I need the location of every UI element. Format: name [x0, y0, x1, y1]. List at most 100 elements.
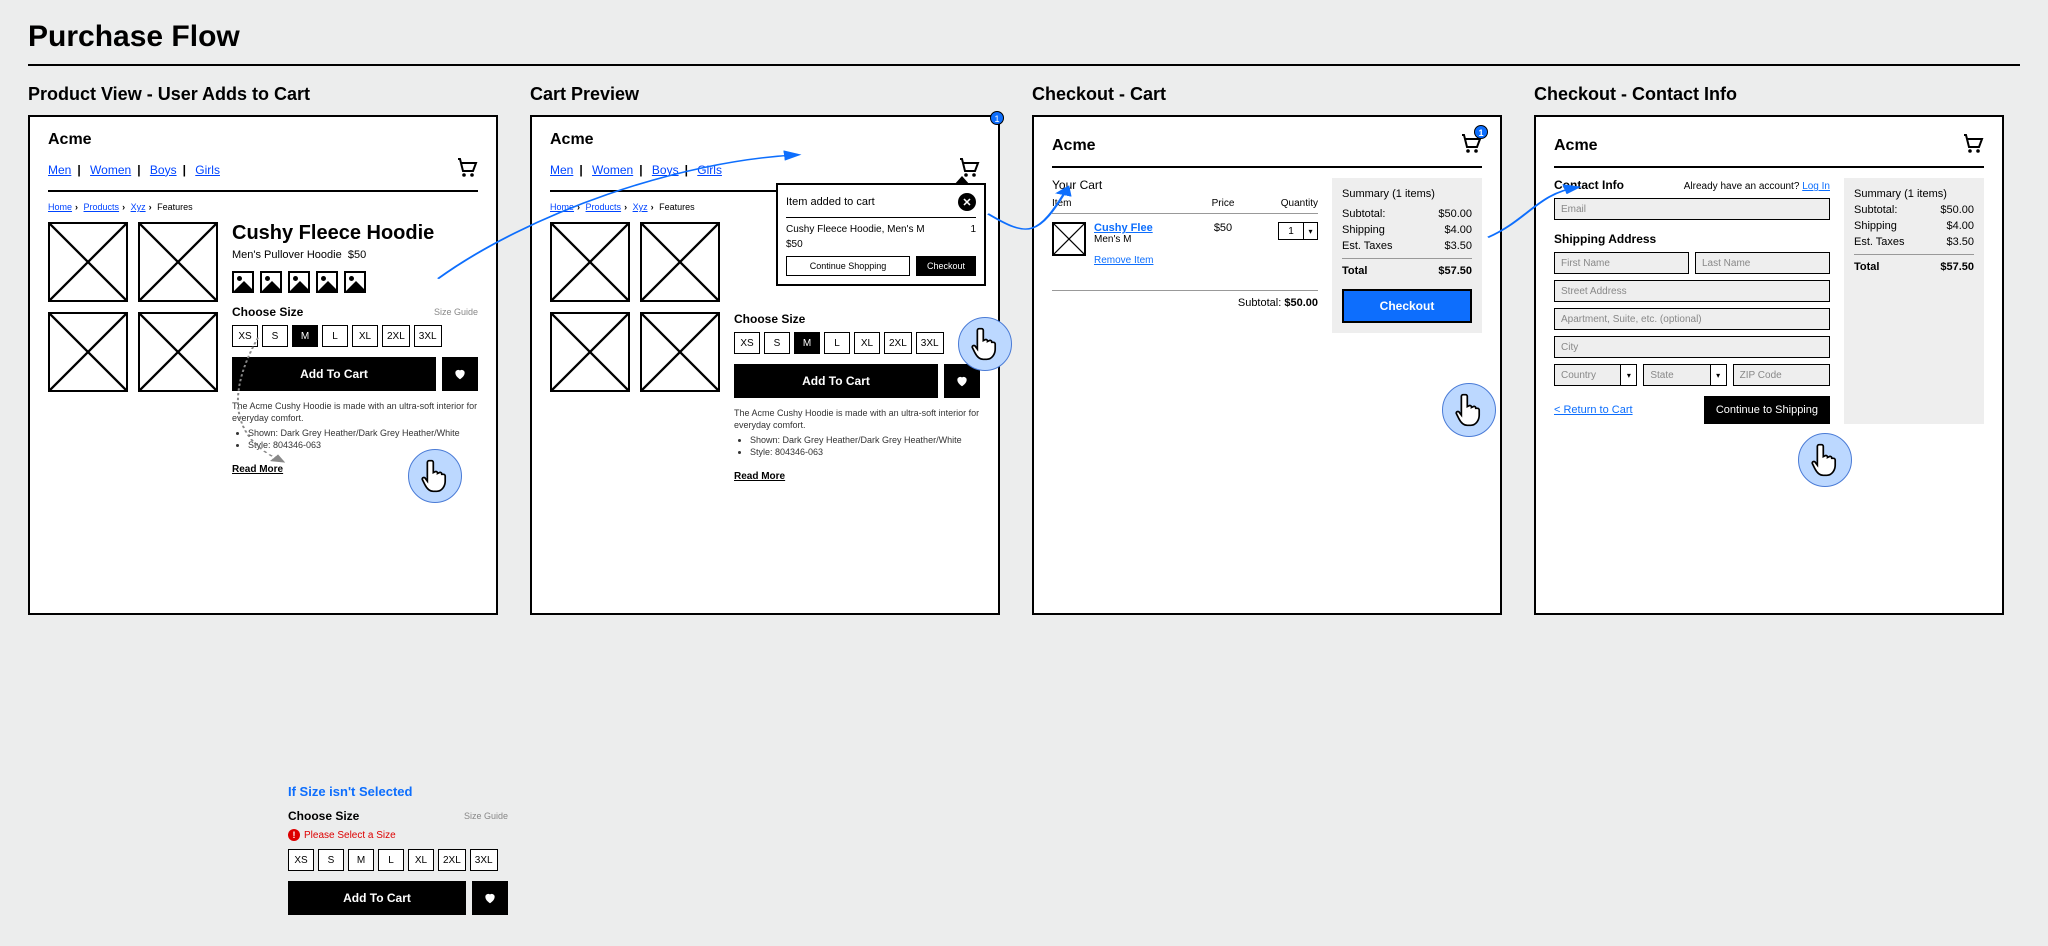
nav-girls[interactable]: Girls [697, 163, 722, 177]
size-2xl[interactable]: 2XL [382, 325, 410, 347]
crumb-home[interactable]: Home [48, 202, 72, 212]
return-to-cart-link[interactable]: < Return to Cart [1554, 404, 1633, 416]
thumbnail-placeholder[interactable] [138, 222, 218, 302]
size-xl[interactable]: XL [854, 332, 880, 354]
col-quantity: Quantity [1248, 198, 1318, 209]
size-guide-link[interactable]: Size Guide [464, 811, 508, 821]
cart-item-link[interactable]: Cushy Flee [1094, 222, 1153, 234]
image-icon[interactable] [344, 271, 366, 293]
size-3xl[interactable]: 3XL [916, 332, 944, 354]
crumb-xyz[interactable]: Xyz [633, 202, 648, 212]
thumbnail-placeholder[interactable] [640, 312, 720, 392]
frame: Acme Contact Info Already have an accoun… [1534, 115, 2004, 615]
cart-item-price: $50 [1198, 222, 1248, 234]
image-icon[interactable] [260, 271, 282, 293]
frame: Acme Men| Women| Boys| Girls Home› [28, 115, 498, 615]
size-s[interactable]: S [318, 849, 344, 871]
nav-boys[interactable]: Boys [652, 163, 679, 177]
thumbnail-placeholder[interactable] [48, 222, 128, 302]
size-l[interactable]: L [378, 849, 404, 871]
image-icon[interactable] [316, 271, 338, 293]
size-s[interactable]: S [764, 332, 790, 354]
crumb-products[interactable]: Products [586, 202, 622, 212]
size-m[interactable]: M [292, 325, 318, 347]
nav-girls[interactable]: Girls [195, 163, 220, 177]
primary-nav: Men| Women| Boys| Girls [48, 163, 220, 177]
apt-field[interactable]: Apartment, Suite, etc. (optional) [1554, 308, 1830, 330]
add-to-cart-button[interactable]: Add To Cart [734, 364, 938, 398]
product-image-icons [232, 271, 478, 293]
size-xs[interactable]: XS [734, 332, 760, 354]
size-xs[interactable]: XS [288, 849, 314, 871]
nav-men[interactable]: Men [48, 163, 71, 177]
product-thumbnails [48, 222, 218, 477]
cart-badge: 1 [990, 111, 1004, 125]
last-name-field[interactable]: Last Name [1695, 252, 1830, 274]
street-field[interactable]: Street Address [1554, 280, 1830, 302]
popover-price: $50 [786, 239, 976, 250]
add-to-cart-button[interactable]: Add To Cart [288, 881, 466, 915]
popover-qty: 1 [970, 224, 976, 235]
cart-icon[interactable] [1960, 131, 1984, 160]
size-2xl[interactable]: 2XL [438, 849, 466, 871]
thumbnail-placeholder[interactable] [550, 312, 630, 392]
shipping-address-title: Shipping Address [1554, 232, 1830, 246]
thumbnail-placeholder[interactable] [48, 312, 128, 392]
qty-input[interactable]: 1 [1278, 222, 1304, 240]
size-l[interactable]: L [322, 325, 348, 347]
popover-item: Cushy Fleece Hoodie, Men's M [786, 224, 925, 235]
zip-field[interactable]: ZIP Code [1733, 364, 1830, 386]
thumbnail-placeholder[interactable] [640, 222, 720, 302]
qty-dropdown-icon[interactable]: ▾ [1304, 222, 1318, 240]
nav-boys[interactable]: Boys [150, 163, 177, 177]
nav-women[interactable]: Women [90, 163, 131, 177]
popover-checkout-button[interactable]: Checkout [916, 256, 976, 276]
thumbnail-placeholder[interactable] [138, 312, 218, 392]
close-icon[interactable]: ✕ [958, 193, 976, 211]
login-link[interactable]: Log In [1802, 181, 1830, 192]
state-select[interactable]: State [1643, 364, 1710, 386]
size-m[interactable]: M [348, 849, 374, 871]
screens-row: Product View - User Adds to Cart Acme Me… [28, 84, 2020, 615]
read-more-link[interactable]: Read More [232, 464, 283, 475]
favorite-button[interactable] [472, 881, 508, 915]
country-select[interactable]: Country [1554, 364, 1621, 386]
favorite-button[interactable] [442, 357, 478, 391]
order-summary: Summary (1 items) Subtotal:$50.00 Shippi… [1332, 178, 1482, 333]
image-icon[interactable] [232, 271, 254, 293]
size-guide-link[interactable]: Size Guide [434, 307, 478, 317]
continue-shopping-button[interactable]: Continue Shopping [786, 256, 910, 276]
city-field[interactable]: City [1554, 336, 1830, 358]
read-more-link[interactable]: Read More [734, 471, 785, 482]
thumbnail-placeholder[interactable] [550, 222, 630, 302]
cart-icon[interactable] [454, 155, 478, 184]
chevron-down-icon[interactable]: ▾ [1621, 364, 1637, 386]
size-s[interactable]: S [262, 325, 288, 347]
email-field[interactable]: Email [1554, 198, 1830, 220]
size-xl[interactable]: XL [352, 325, 378, 347]
chevron-down-icon[interactable]: ▾ [1711, 364, 1727, 386]
checkout-button[interactable]: Checkout [1342, 289, 1472, 323]
size-m[interactable]: M [794, 332, 820, 354]
size-options: XS S M L XL 2XL 3XL [232, 325, 478, 347]
size-3xl[interactable]: 3XL [414, 325, 442, 347]
error-variant-title: If Size isn't Selected [288, 784, 508, 799]
cart-icon[interactable]: 1 [1458, 131, 1482, 160]
continue-to-shipping-button[interactable]: Continue to Shipping [1704, 396, 1830, 424]
add-to-cart-button[interactable]: Add To Cart [232, 357, 436, 391]
size-l[interactable]: L [824, 332, 850, 354]
first-name-field[interactable]: First Name [1554, 252, 1689, 274]
size-xl[interactable]: XL [408, 849, 434, 871]
crumb-products[interactable]: Products [84, 202, 120, 212]
crumb-home[interactable]: Home [550, 202, 574, 212]
nav-women[interactable]: Women [592, 163, 633, 177]
your-cart-title: Your Cart [1052, 178, 1318, 192]
nav-men[interactable]: Men [550, 163, 573, 177]
brand-row: Acme [48, 131, 478, 149]
image-icon[interactable] [288, 271, 310, 293]
size-2xl[interactable]: 2XL [884, 332, 912, 354]
size-xs[interactable]: XS [232, 325, 258, 347]
crumb-xyz[interactable]: Xyz [131, 202, 146, 212]
remove-item-link[interactable]: Remove Item [1094, 255, 1153, 266]
size-3xl[interactable]: 3XL [470, 849, 498, 871]
